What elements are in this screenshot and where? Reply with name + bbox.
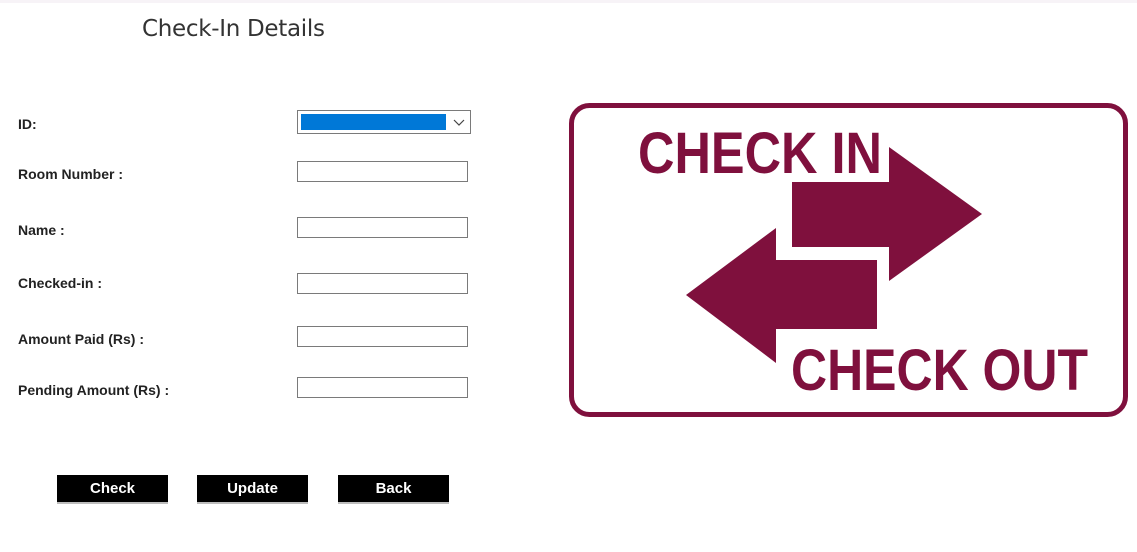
check-out-text: CHECK OUT	[791, 338, 1088, 403]
pending-amount-input[interactable]	[297, 377, 468, 398]
checked-in-input[interactable]	[297, 273, 468, 294]
amount-paid-label: Amount Paid (Rs) :	[18, 331, 144, 347]
checked-in-label: Checked-in :	[18, 275, 103, 291]
name-label: Name :	[18, 222, 65, 238]
check-button[interactable]: Check	[57, 475, 168, 504]
pending-amount-label: Pending Amount (Rs) :	[18, 382, 170, 398]
room-number-input[interactable]	[297, 161, 468, 182]
chevron-down-icon[interactable]	[451, 114, 467, 130]
id-dropdown[interactable]	[297, 110, 471, 134]
back-button[interactable]: Back	[338, 475, 449, 504]
check-in-text: CHECK IN	[638, 121, 882, 186]
name-input[interactable]	[297, 217, 468, 238]
amount-paid-input[interactable]	[297, 326, 468, 347]
window-top-strip	[0, 0, 1137, 3]
id-selected-value	[301, 114, 446, 130]
update-button[interactable]: Update	[197, 475, 308, 504]
id-label: ID:	[18, 116, 37, 132]
check-in-check-out-sign: CHECK IN CHECK OUT	[569, 103, 1128, 417]
page-title: Check-In Details	[142, 16, 325, 42]
room-number-label: Room Number :	[18, 166, 123, 182]
